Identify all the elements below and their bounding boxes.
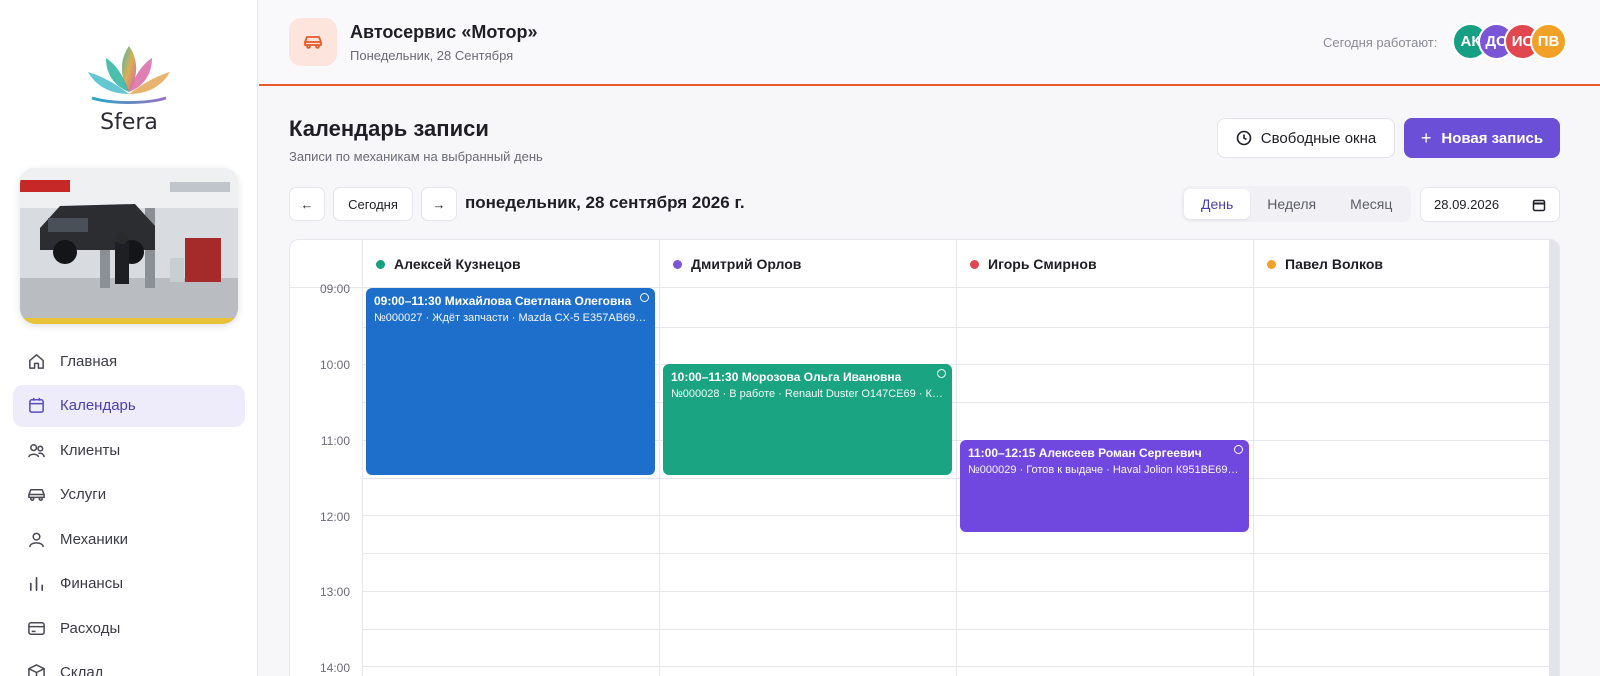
lotus-icon — [88, 46, 170, 104]
sidebar-nav: Главная Календарь Клиенты Услуги Механик… — [13, 340, 245, 676]
sidebar: Sfera Главная Календарь Клиенты Услуги М… — [0, 0, 258, 676]
mechanic-column-header: Дмитрий Орлов — [659, 240, 956, 288]
home-icon — [27, 352, 46, 371]
working-avatars: АК ДО ИС ПВ — [1452, 23, 1567, 61]
view-week-tab[interactable]: Неделя — [1250, 189, 1333, 219]
sidebar-item-services[interactable]: Услуги — [13, 474, 245, 516]
logo-text: Sfera — [100, 110, 158, 135]
appointment-title: 10:00–11:30 Морозова Ольга Ивановна — [671, 370, 902, 384]
time-label: 14:00 — [319, 661, 350, 675]
appointment-card[interactable]: 10:00–11:30 Морозова Ольга Ивановна №000… — [663, 364, 952, 475]
status-ring-icon — [640, 293, 649, 302]
sidebar-item-label: Механики — [60, 530, 128, 548]
car-icon — [27, 485, 46, 504]
sidebar-item-calendar[interactable]: Календарь — [13, 384, 245, 427]
sidebar-item-label: Клиенты — [60, 441, 121, 459]
view-switcher: День Неделя Месяц — [1181, 186, 1411, 222]
column-divider — [362, 240, 363, 676]
next-day-button[interactable]: → — [421, 187, 457, 221]
time-label: 12:00 — [319, 510, 350, 524]
sidebar-item-label: Календарь — [60, 397, 136, 414]
slot-line — [362, 553, 1549, 554]
calendar-header-row: Алексей Кузнецов Дмитрий Орлов Игорь Сми… — [290, 240, 1559, 288]
date-picker-input[interactable]: 28.09.2026 — [1420, 187, 1560, 222]
mechanic-column-header: Игорь Смирнов — [956, 240, 1253, 288]
clock-icon — [1236, 130, 1252, 146]
sidebar-item-label: Главная — [60, 352, 118, 370]
new-record-label: Новая запись — [1441, 129, 1544, 147]
sidebar-item-label: Финансы — [60, 575, 123, 592]
sidebar-item-warehouse[interactable]: Склад — [13, 652, 245, 676]
time-label: 11:00 — [320, 434, 350, 448]
status-ring-icon — [1234, 445, 1243, 454]
calendar-grid: Алексей Кузнецов Дмитрий Орлов Игорь Сми… — [289, 239, 1560, 676]
slot-line — [362, 478, 1549, 479]
calendar-icon — [27, 396, 46, 415]
sfera-logo[interactable]: Sfera — [84, 42, 174, 135]
slot-line — [362, 666, 1549, 667]
new-record-button[interactable]: + Новая запись — [1404, 118, 1560, 158]
sidebar-item-label: Услуги — [60, 486, 107, 503]
sidebar-item-home[interactable]: Главная — [13, 340, 245, 382]
mechanic-name: Дмитрий Орлов — [691, 256, 802, 272]
appointment-details: №000027 · Ждёт запчасти · Mazda CX-5 Е35… — [374, 312, 647, 324]
calendar-picker-icon[interactable] — [1532, 198, 1546, 212]
appointment-card[interactable]: 09:00–11:30 Михайлова Светлана Олеговна … — [366, 288, 655, 475]
free-slots-button[interactable]: Свободные окна — [1217, 118, 1395, 158]
time-label: 13:00 — [319, 585, 350, 599]
appointment-details: №000028 · В работе · Renault Duster О147… — [671, 388, 944, 400]
avatar[interactable]: ПВ — [1530, 23, 1567, 60]
appointment-title: 09:00–11:30 Михайлова Светлана Олеговна — [374, 294, 632, 308]
mechanic-name: Павел Волков — [1285, 256, 1384, 272]
slot-line — [362, 629, 1549, 630]
sidebar-item-label: Склад — [60, 664, 104, 676]
status-ring-icon — [937, 369, 946, 378]
appointment-title: 11:00–12:15 Алексеев Роман Сергеевич — [968, 446, 1202, 460]
status-dot — [1267, 259, 1276, 269]
current-date: Понедельник, 28 Сентября — [350, 48, 514, 63]
sidebar-item-expenses[interactable]: Расходы — [13, 607, 245, 649]
car-badge-icon — [289, 18, 337, 66]
column-divider — [956, 240, 957, 676]
today-button[interactable]: Сегодня — [333, 187, 413, 221]
view-day-tab[interactable]: День — [1184, 189, 1251, 219]
view-month-tab[interactable]: Месяц — [1333, 189, 1409, 219]
company-name: Автосервис «Мотор» — [350, 22, 538, 42]
box-icon — [27, 663, 46, 676]
free-slots-label: Свободные окна — [1260, 129, 1377, 147]
top-header: Автосервис «Мотор» Понедельник, 28 Сентя… — [259, 0, 1600, 86]
sidebar-item-clients[interactable]: Клиенты — [13, 429, 245, 471]
appointment-details: №000029 · Готов к выдаче · Haval Jolion … — [968, 464, 1241, 476]
mechanic-name: Алексей Кузнецов — [394, 256, 521, 272]
user-icon — [27, 530, 46, 549]
status-dot — [673, 259, 682, 269]
time-label: 09:00 — [319, 282, 350, 296]
sidebar-item-label: Расходы — [60, 619, 121, 637]
users-icon — [27, 441, 46, 460]
mechanic-name: Игорь Смирнов — [988, 256, 1097, 272]
sidebar-item-finance[interactable]: Финансы — [13, 563, 245, 605]
slot-line — [362, 591, 1549, 592]
wallet-icon — [27, 619, 46, 638]
page-title: Календарь записи — [289, 116, 489, 141]
time-label: 10:00 — [319, 358, 350, 372]
status-dot — [376, 259, 385, 269]
plus-icon: + — [1420, 127, 1432, 148]
mechanic-column-header: Алексей Кузнецов — [362, 240, 659, 288]
slot-line — [362, 515, 1549, 516]
sidebar-item-mechanics[interactable]: Механики — [13, 518, 245, 560]
column-divider — [659, 240, 660, 676]
status-dot — [970, 259, 979, 269]
appointment-card[interactable]: 11:00–12:15 Алексеев Роман Сергеевич №00… — [960, 440, 1249, 532]
today-working-label: Сегодня работают: — [1323, 35, 1438, 50]
prev-day-button[interactable]: ← — [289, 187, 325, 221]
calendar-scrollbar[interactable] — [1549, 240, 1559, 676]
workshop-photo — [20, 168, 238, 324]
page-subtitle: Записи по механикам на выбранный день — [289, 149, 543, 164]
selected-date-heading: понедельник, 28 сентября 2026 г. — [465, 193, 745, 212]
date-value: 28.09.2026 — [1434, 197, 1500, 212]
mechanic-column-header: Павел Волков — [1253, 240, 1549, 288]
column-divider — [1253, 240, 1254, 676]
bar-chart-icon — [27, 574, 46, 593]
